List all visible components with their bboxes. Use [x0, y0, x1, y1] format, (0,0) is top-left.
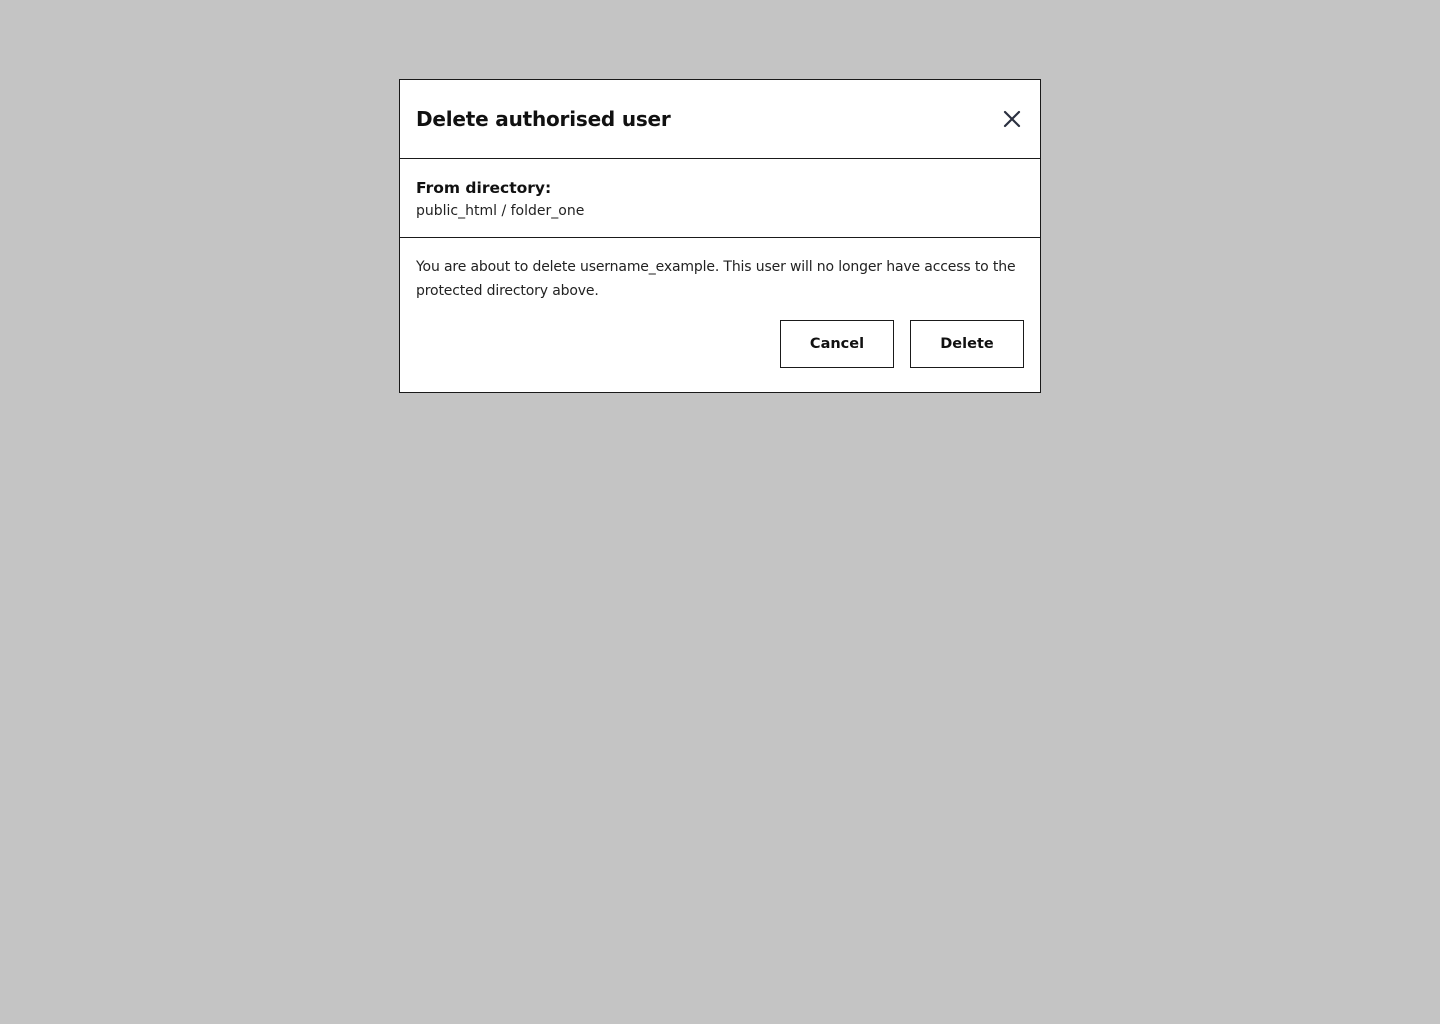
close-icon [1003, 110, 1021, 128]
dialog-header: Delete authorised user [400, 80, 1040, 159]
dialog-actions: Cancel Delete [416, 320, 1024, 368]
delete-user-dialog: Delete authorised user From directory: p… [399, 79, 1041, 393]
confirmation-message: You are about to delete username_example… [416, 259, 1016, 299]
dialog-title: Delete authorised user [416, 107, 671, 131]
directory-section: From directory: public_html / folder_one [400, 159, 1040, 238]
dialog-body: You are about to delete username_example… [400, 238, 1040, 392]
close-button[interactable] [996, 103, 1028, 135]
cancel-button[interactable]: Cancel [780, 320, 894, 368]
delete-button[interactable]: Delete [910, 320, 1024, 368]
directory-path: public_html / folder_one [416, 203, 585, 219]
directory-label: From directory: [416, 179, 552, 197]
